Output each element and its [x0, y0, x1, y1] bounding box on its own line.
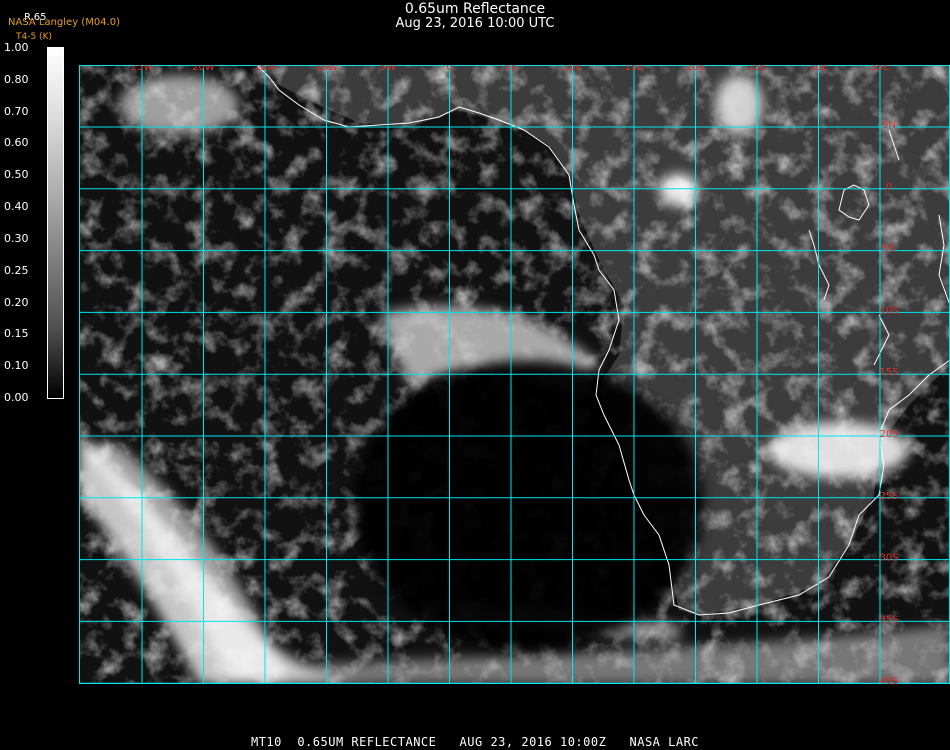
- colorbar-tick-label: 0.50: [4, 168, 29, 182]
- longitude-label: 25W: [131, 65, 154, 73]
- footer-caption: MT10 0.65UM REFLECTANCE AUG 23, 2016 10:…: [250, 735, 700, 749]
- colorbar-tick-label: 0.60: [4, 136, 29, 150]
- longitude-label: 35E: [870, 65, 889, 73]
- longitude-label: 25E: [747, 65, 766, 73]
- colorbar-tick-label: 0.80: [4, 72, 29, 86]
- longitude-label: 10W: [315, 65, 338, 73]
- longitude-label: 20E: [686, 65, 705, 73]
- latitude-label: 35S: [879, 614, 898, 625]
- longitude-label: 15W: [254, 65, 277, 73]
- longitude-label: 20W: [192, 65, 215, 73]
- longitude-label: 10E: [563, 65, 582, 73]
- colorbar-tick-label: 0.70: [4, 104, 29, 118]
- latitude-label: 30S: [879, 553, 898, 564]
- clear-sky-region: [354, 360, 704, 650]
- latitude-label: 5S: [883, 244, 896, 255]
- map-subtitle: Aug 23, 2016 10:00 UTC: [395, 16, 555, 31]
- credit-label: NASA Langley (M04.0): [8, 17, 120, 28]
- colorbar-tick-label: 1.00: [4, 41, 29, 54]
- colorbar-tick-label: 0.10: [4, 359, 29, 373]
- latitude-label: 20S: [879, 429, 898, 440]
- longitude-label: 0: [446, 65, 452, 73]
- longitude-label: 5W: [380, 65, 396, 73]
- longitude-label: 15E: [624, 65, 643, 73]
- latitude-label: 40S: [879, 676, 898, 684]
- latitude-label: 0: [886, 182, 892, 193]
- colorbar-tick-label: 0.30: [4, 231, 29, 245]
- latitude-label: 15S: [879, 367, 898, 378]
- colorbar-tick-label: 0.15: [4, 327, 29, 341]
- colorbar-tick-label: 0.20: [4, 295, 29, 309]
- colorbar-tick-label: 0.40: [4, 200, 29, 214]
- colorbar-tick-label: 0.25: [4, 263, 29, 277]
- colorbar-tick-label: 0.00: [4, 391, 29, 404]
- longitude-label: 5E: [505, 65, 518, 73]
- colorbar: [47, 47, 64, 399]
- latitude-label: 5N: [882, 120, 896, 131]
- map-title: 0.65um Reflectance: [404, 1, 546, 17]
- satellite-map: 25W 20W 15W 10W 5W 0 5E 10E 15E 20E 25E 30E 35E 5N 0 5…: [79, 65, 950, 684]
- latitude-label: 10S: [879, 305, 898, 316]
- longitude-label: 30E: [809, 65, 828, 73]
- latitude-label: 25S: [879, 491, 898, 502]
